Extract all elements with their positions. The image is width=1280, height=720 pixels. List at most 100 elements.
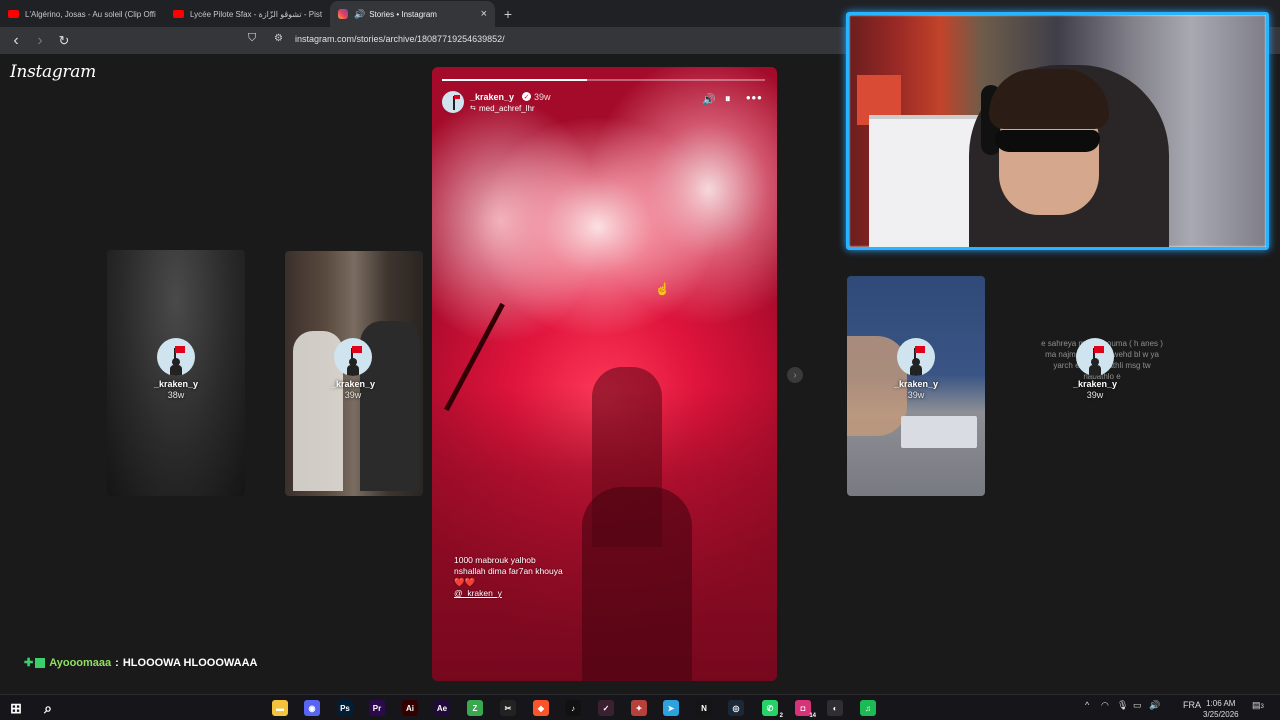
- address-bar[interactable]: instagram.com/stories/archive/1808771925…: [295, 34, 505, 44]
- story-preview-4[interactable]: _kraken_y 39w: [1045, 338, 1145, 400]
- clock-time: 1:06 AM: [1206, 699, 1236, 708]
- sunglasses: [995, 130, 1100, 152]
- tab-label: L'Algérino, Josas - Au soleil (Clip Offi: [25, 9, 156, 19]
- tab-label: Lycée Pilote Sfax - تشوڨو الزّازة - Pist: [190, 9, 322, 19]
- spotify-icon[interactable]: ♫: [860, 700, 876, 716]
- clock-date: 3/25/2026: [1203, 710, 1239, 719]
- story-time: 39w: [907, 390, 925, 400]
- premiere-icon[interactable]: Pr: [369, 700, 385, 716]
- language-indicator[interactable]: FRA: [1183, 700, 1201, 710]
- windows-taskbar: ⊞ ⌕ ▬ ◉ Ps Pr Ai Ae Z ✂ ◆ ♪ ✓ ✦ ➤ N ◎ ✆ 2 ◘ 14 ◐ ♫ ^ ◠ 🎙 ▭ 🔊 F…: [0, 694, 1280, 720]
- caption-mention[interactable]: @_kraken_y: [454, 588, 502, 598]
- sub-badge-icon: [35, 657, 46, 668]
- forward-button[interactable]: ›: [30, 31, 50, 51]
- story-time: 39w: [1086, 390, 1104, 400]
- whatsapp-icon[interactable]: ✆ 2: [762, 700, 783, 719]
- youtube-icon: [173, 10, 184, 18]
- story-username: _kraken_y: [1072, 379, 1118, 389]
- chat-username: Ayooomaaa: [49, 656, 112, 669]
- story-caption: 1000 mabrouk yalhob nshallah dima far7an…: [454, 555, 564, 599]
- tab-youtube-2[interactable]: Lycée Pilote Sfax - تشوڨو الزّازة - Pist: [165, 1, 330, 27]
- capcut-icon[interactable]: ✂: [500, 700, 516, 716]
- stream-chat-message: ✚ Ayooomaaa : HLOOOWA HLOOOWAAA: [24, 656, 258, 670]
- shelf-edge: [869, 115, 989, 119]
- avatar[interactable]: [442, 91, 464, 113]
- story-time: 39w: [344, 390, 362, 400]
- notifications-icon[interactable]: ▤3: [1252, 700, 1264, 711]
- story-preview-2[interactable]: _kraken_y 39w: [303, 338, 403, 400]
- microphone-icon[interactable]: 🎙: [1117, 700, 1128, 711]
- story-header: _kraken_y ✓ 39w ⇆ med_achref_lhr 🔊 ⏸ •••: [442, 90, 767, 115]
- collab-username[interactable]: med_achref_lhr: [479, 104, 535, 113]
- app-dark-icon[interactable]: ✓: [598, 700, 614, 716]
- game-icon[interactable]: ✦: [631, 700, 647, 716]
- chat-separator: :: [115, 656, 119, 669]
- tab-instagram-stories[interactable]: 🔊 Stories • Instagram ×: [330, 1, 495, 27]
- youtube-icon: [8, 10, 19, 18]
- battery-icon[interactable]: ▭: [1133, 700, 1142, 711]
- volume-icon[interactable]: 🔊: [1149, 700, 1160, 711]
- more-options-icon[interactable]: •••: [746, 90, 763, 105]
- site-info-icon[interactable]: ⚙: [274, 33, 283, 44]
- tiktok-icon[interactable]: ♪: [565, 700, 581, 716]
- webcam-overlay: [846, 12, 1269, 250]
- story-username[interactable]: _kraken_y: [470, 92, 514, 102]
- discord-icon[interactable]: ◉: [304, 700, 320, 716]
- photoshop-icon[interactable]: Ps: [337, 700, 353, 716]
- story-progress-bar: [442, 79, 765, 81]
- speaker-icon: 🔊: [354, 8, 366, 19]
- bookmark-icon[interactable]: ⛉: [248, 32, 262, 48]
- story-preview-1[interactable]: _kraken_y 38w: [126, 338, 226, 400]
- story-person-figure: [582, 487, 692, 681]
- instagram-logo[interactable]: Instagram: [10, 62, 96, 82]
- story-progress-fill: [442, 79, 588, 81]
- back-button[interactable]: ‹: [6, 31, 26, 51]
- pause-icon[interactable]: ⏸: [725, 93, 731, 106]
- avatar: [897, 338, 935, 376]
- instagram-icon: [338, 9, 348, 19]
- app-green-icon[interactable]: Z: [467, 700, 483, 716]
- story-time: 38w: [167, 390, 185, 400]
- brave-icon[interactable]: ◆: [533, 700, 549, 716]
- story-time: 39w: [534, 92, 551, 102]
- collab-icon: ⇆: [470, 105, 476, 112]
- chat-text: HLOOOWA HLOOOWAAA: [122, 656, 258, 669]
- steam-icon[interactable]: ◎: [728, 700, 744, 716]
- story-username: _kraken_y: [153, 379, 199, 389]
- app-badge-count: 14: [809, 713, 816, 719]
- illustrator-icon[interactable]: Ai: [402, 700, 418, 716]
- story-username: _kraken_y: [893, 379, 939, 389]
- file-explorer-icon[interactable]: ▬: [272, 700, 288, 716]
- new-tab-button[interactable]: +: [495, 1, 521, 27]
- avatar: [334, 338, 372, 376]
- story-preview-3[interactable]: _kraken_y 39w: [866, 338, 966, 400]
- close-tab-icon[interactable]: ×: [481, 8, 487, 20]
- mouse-cursor-icon: ☝: [655, 282, 670, 296]
- wifi-icon[interactable]: ◠: [1101, 700, 1109, 711]
- streamer-hair: [989, 69, 1109, 129]
- tray-chevron-icon[interactable]: ^: [1085, 700, 1089, 710]
- caption-text: 1000 mabrouk yalhob nshallah dima far7an…: [454, 555, 563, 576]
- app-badge-count: 2: [779, 713, 783, 719]
- obs-icon[interactable]: ◐: [827, 700, 843, 716]
- system-clock[interactable]: 1:06 AM 3/25/2026: [1203, 698, 1239, 720]
- verified-badge-icon: ✓: [522, 92, 531, 101]
- start-icon[interactable]: ⊞: [8, 700, 24, 716]
- story-username: _kraken_y: [330, 379, 376, 389]
- notification-count: 3: [1260, 704, 1264, 710]
- avatar: [1076, 338, 1114, 376]
- next-story-button[interactable]: ›: [787, 367, 803, 383]
- plus-badge-icon: ✚: [24, 657, 34, 669]
- instagram-taskbar-icon[interactable]: ◘ 14: [795, 700, 816, 719]
- after-effects-icon[interactable]: Ae: [434, 700, 450, 716]
- telegram-icon[interactable]: ➤: [663, 700, 679, 716]
- netflix-icon[interactable]: N: [696, 700, 712, 716]
- tab-youtube-1[interactable]: L'Algérino, Josas - Au soleil (Clip Offi: [0, 1, 165, 27]
- heart-emoji-icon: ❤️❤️: [454, 577, 476, 587]
- reload-button[interactable]: ↻: [54, 31, 74, 51]
- active-story[interactable]: _kraken_y ✓ 39w ⇆ med_achref_lhr 🔊 ⏸ •••…: [432, 67, 777, 681]
- tab-label: Stories • Instagram: [369, 9, 437, 19]
- search-icon[interactable]: ⌕: [40, 700, 56, 716]
- avatar: [157, 338, 195, 376]
- sound-icon[interactable]: 🔊: [702, 93, 716, 106]
